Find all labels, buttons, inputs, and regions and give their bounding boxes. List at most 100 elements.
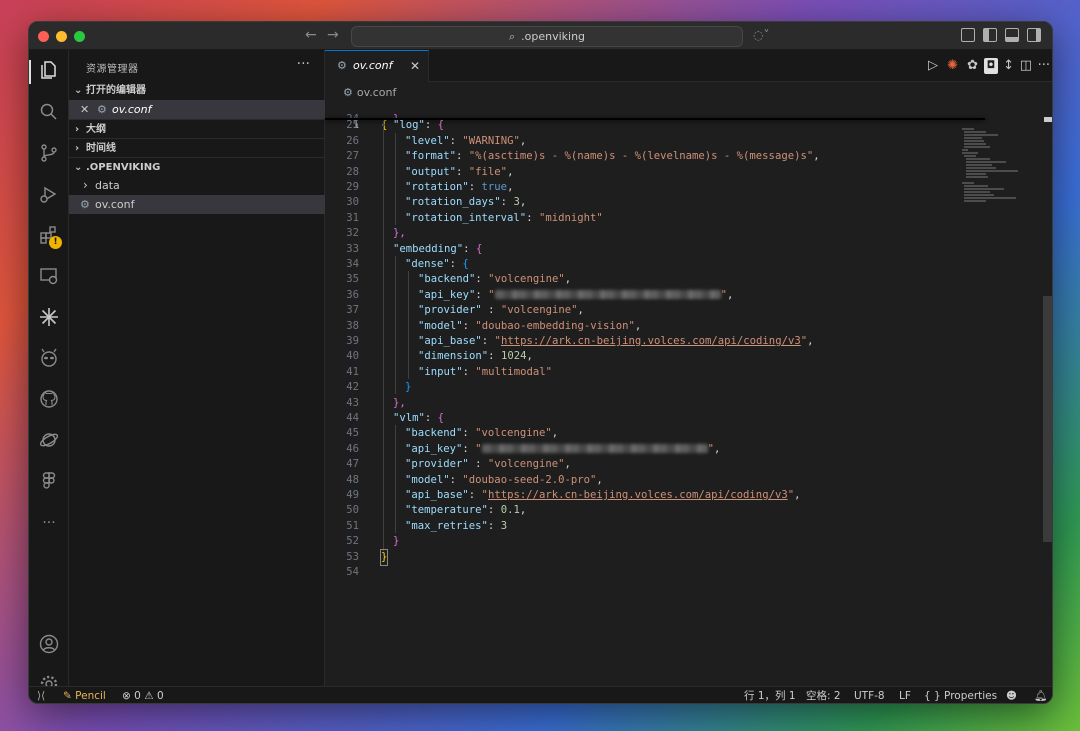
notifications-bell-icon[interactable]: 🔔︎ — [1034, 687, 1047, 703]
explorer-icon[interactable] — [37, 60, 61, 84]
outline-section[interactable]: › 大纲 — [69, 119, 325, 138]
more-actions-icon[interactable]: ··· — [1038, 58, 1050, 74]
code-line[interactable]: 34 "dense": { — [325, 257, 945, 272]
code-line[interactable]: 37 "provider" : "volcengine", — [325, 303, 945, 318]
minimize-window-button[interactable] — [56, 31, 67, 42]
vertical-scrollbar[interactable] — [1042, 82, 1052, 686]
code-line[interactable]: 50 "temperature": 0.1, — [325, 503, 945, 518]
customize-layout-icon[interactable] — [961, 28, 975, 42]
code-line[interactable]: 36 "api_key": " ", — [325, 288, 945, 303]
code-line[interactable]: 47 "provider" : "volcengine", — [325, 457, 945, 472]
openai-icon[interactable]: ✿ — [967, 58, 978, 74]
code-line[interactable]: 31 "rotation_interval": "midnight" — [325, 211, 945, 226]
cursor-position[interactable]: 行 1，列 1 — [744, 687, 796, 703]
code-line[interactable]: 41 "input": "multimodal" — [325, 365, 945, 380]
zoom-window-button[interactable] — [74, 31, 85, 42]
code-line[interactable]: 53} — [325, 548, 945, 567]
source-control-icon[interactable] — [37, 143, 61, 167]
scrollbar-thumb[interactable] — [1043, 296, 1052, 542]
breadcrumb-file: ov.conf — [356, 86, 397, 99]
active-indicator — [29, 60, 31, 84]
close-editor-icon[interactable]: ✕ — [80, 100, 89, 119]
breadcrumb[interactable]: ⚙ ov.conf — [343, 84, 396, 102]
language-status[interactable]: { } Properties — [924, 687, 997, 703]
code-line[interactable]: 26 "level": "WARNING", — [325, 134, 945, 149]
toggle-panel-icon[interactable] — [1005, 28, 1019, 42]
api-base-link[interactable]: https://ark.cn-beijing.volces.com/api/co… — [488, 489, 788, 501]
code-line[interactable]: 54 — [325, 565, 945, 580]
warning-count: 0 — [156, 690, 164, 702]
run-debug-icon[interactable] — [37, 184, 61, 208]
settings-file-icon: ⚙ — [337, 59, 347, 72]
tab-ov-conf[interactable]: ⚙ ov.conf ✕ — [325, 50, 429, 82]
code-line[interactable]: 43}, — [325, 396, 945, 411]
code-line[interactable]: 27 "format": "%(asctime)s - %(name)s - %(… — [325, 149, 945, 164]
encoding-status[interactable]: UTF-8 — [854, 687, 885, 703]
redacted-api-key — [494, 290, 721, 300]
close-window-button[interactable] — [38, 31, 49, 42]
github-icon[interactable] — [37, 389, 61, 413]
code-line[interactable]: 32}, — [325, 226, 945, 241]
figma-icon[interactable] — [37, 471, 61, 495]
close-tab-icon[interactable]: ✕ — [410, 51, 420, 81]
toggle-secondary-sidebar-icon[interactable] — [1027, 28, 1041, 42]
code-line[interactable]: 38 "model": "doubao-embedding-vision", — [325, 319, 945, 334]
chevron-down-icon: ⌄ — [74, 85, 83, 96]
command-center-search[interactable]: ⌕ .openviking — [351, 26, 743, 47]
code-line[interactable]: 44 "vlm": { — [325, 411, 945, 426]
code-line[interactable]: 29 "rotation": true, — [325, 180, 945, 195]
code-line[interactable]: 51 "max_retries": 3 — [325, 519, 945, 534]
indentation-status[interactable]: 空格: 2 — [806, 687, 841, 703]
code-line[interactable]: 39 "api_base": "https://ark.cn-beijing.vo… — [325, 334, 945, 349]
remote-explorer-icon[interactable] — [37, 266, 61, 290]
panel-icon[interactable]: ◘ — [984, 58, 998, 74]
code-line[interactable]: 49 "api_base": "https://ark.cn-beijing.vo… — [325, 488, 945, 503]
code-line[interactable]: 46 "api_key": " ", — [325, 442, 945, 457]
open-editor-label: ov.conf — [112, 103, 152, 116]
alien-icon[interactable] — [37, 348, 61, 372]
eol-status[interactable]: LF — [899, 687, 911, 703]
code-editor[interactable]: 1{ 24}, 25"log": { 26"level": "WARNING",… — [325, 103, 985, 623]
code-line[interactable]: 40 "dimension": 1024, — [325, 349, 945, 364]
code-line[interactable]: 35 "backend": "volcengine", — [325, 272, 945, 287]
account-icon[interactable] — [37, 634, 61, 658]
problems-status[interactable]: ⊗ 0 ⚠ 0 — [122, 687, 164, 703]
copilot-chat-icon[interactable]: ◌˅ — [753, 28, 769, 42]
workspace-section[interactable]: ⌄ .OPENVIKING — [69, 157, 325, 176]
code-line[interactable]: 42} — [325, 380, 945, 395]
code-line[interactable]: 25 "log": { — [325, 118, 945, 133]
timeline-label: 时间线 — [86, 143, 116, 154]
compare-icon[interactable]: ↕ — [1003, 58, 1014, 74]
tree-item-ov-conf[interactable]: ⚙ ov.conf — [69, 195, 325, 214]
code-line[interactable]: 33 "embedding": { — [325, 242, 945, 257]
split-editor-icon[interactable]: ◫ — [1020, 58, 1032, 74]
open-editor-item[interactable]: ✕ ⚙ ov.conf — [69, 100, 325, 119]
planet-icon[interactable] — [37, 430, 61, 454]
more-icon[interactable]: ··· — [37, 511, 61, 535]
tree-item-data-folder[interactable]: › data — [69, 176, 325, 195]
code-line[interactable]: 45 "backend": "volcengine", — [325, 426, 945, 441]
open-editors-section[interactable]: ⌄ 打开的编辑器 — [69, 81, 325, 100]
pencil-status[interactable]: ✎ Pencil — [63, 687, 106, 703]
api-base-link[interactable]: https://ark.cn-beijing.volces.com/api/co… — [501, 335, 801, 347]
forward-arrow-icon[interactable]: → — [327, 27, 339, 43]
code-line[interactable]: 52} — [325, 534, 945, 549]
copilot-icon[interactable]: ☻ — [1006, 687, 1017, 703]
back-arrow-icon[interactable]: ← — [305, 27, 317, 43]
sidebar-title: 资源管理器 — [86, 64, 139, 75]
sparkle-icon[interactable]: ✺ — [947, 58, 958, 74]
search-icon[interactable] — [37, 102, 61, 126]
run-icon[interactable]: ▷ — [928, 58, 938, 74]
toggle-primary-sidebar-icon[interactable] — [983, 28, 997, 42]
braces-icon: { } — [924, 690, 941, 702]
code-line[interactable]: 48 "model": "doubao-seed-2.0-pro", — [325, 473, 945, 488]
tree-item-label: data — [95, 179, 120, 192]
more-actions-icon[interactable]: ··· — [297, 56, 310, 72]
sparkle-icon[interactable] — [37, 307, 61, 331]
minimap[interactable] — [960, 84, 1040, 204]
remote-indicator-icon[interactable]: ⟩⟨ — [37, 687, 45, 703]
code-line[interactable]: 28 "output": "file", — [325, 165, 945, 180]
code-line[interactable]: 30 "rotation_days": 3, — [325, 195, 945, 210]
error-count: 0 — [134, 690, 141, 702]
timeline-section[interactable]: › 时间线 — [69, 138, 325, 157]
